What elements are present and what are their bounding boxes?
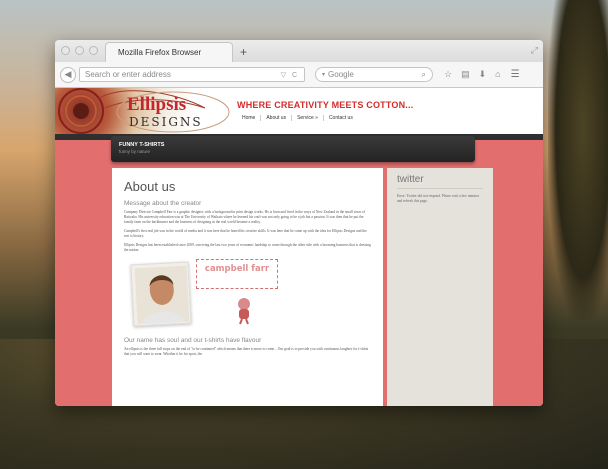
search-placeholder: Google (328, 70, 354, 79)
search-engine-icon[interactable]: ▾ (322, 71, 325, 78)
portrait-illustration (134, 265, 190, 325)
header-right: WHERE CREATIVITY MEETS COTTON... Home Ab… (233, 88, 543, 134)
fullscreen-icon[interactable]: ⤢ (531, 45, 538, 56)
address-placeholder: Search or enter address (85, 70, 171, 79)
reload-icon[interactable]: ▽ C (281, 71, 299, 79)
navigation-toolbar: ◀ Search or enter address ▽ C ▾ Google ⌕… (55, 62, 543, 88)
paragraph: Company Director Campbell Farr is a grap… (124, 210, 365, 224)
bookmark-star-icon[interactable]: ☆ (444, 69, 452, 80)
page-title: About us (124, 179, 176, 194)
web-page: Ellipsis DESIGNS WHERE CREATIVITY MEETS … (55, 88, 543, 406)
new-tab-button[interactable]: + (240, 45, 247, 62)
banner-title: FUNNY T-SHIRTS (119, 142, 165, 148)
sidebar-title: twitter (397, 174, 483, 189)
section-heading-creator: Message about the creator (124, 200, 202, 207)
creator-photo (130, 261, 192, 327)
home-icon[interactable]: ⌂ (495, 69, 500, 80)
back-arrow-icon: ◀ (64, 69, 72, 79)
search-bar[interactable]: ▾ Google ⌕ (315, 67, 433, 82)
main-content: About us Message about the creator Compa… (112, 168, 383, 406)
twitter-sidebar: twitter Error: Twitter did not respond. … (387, 168, 493, 406)
site-tagline: WHERE CREATIVITY MEETS COTTON... (237, 100, 414, 110)
back-button[interactable]: ◀ (60, 66, 76, 83)
toolbar-icons: ☆ ▤ ⬇ ⌂ (444, 69, 501, 80)
desktop-tree (548, 0, 608, 320)
paragraph: Campbell's first real job was in the wor… (124, 229, 367, 238)
name-stamp-text: campbell farr (204, 264, 270, 274)
page-banner: FUNNY T-SHIRTS funny by nature (111, 136, 475, 162)
nav-about[interactable]: About us (261, 115, 293, 121)
site-header: Ellipsis DESIGNS WHERE CREATIVITY MEETS … (55, 88, 543, 134)
site-logo[interactable]: Ellipsis DESIGNS (55, 88, 233, 134)
logo-subtext: DESIGNS (129, 115, 203, 129)
paragraph: An ellipsis is the three full stops on t… (124, 347, 369, 356)
section-heading-name: Our name has soul and our t-shirts have … (124, 337, 262, 344)
paragraph: Ellipsis Designs has been established si… (124, 243, 371, 252)
mascot-icon (238, 298, 250, 325)
close-window-button[interactable] (61, 46, 70, 55)
browser-tab[interactable]: Mozilla Firefox Browser (105, 42, 233, 62)
window-controls (61, 46, 98, 55)
address-bar[interactable]: Search or enter address ▽ C (79, 67, 305, 82)
zoom-window-button[interactable] (89, 46, 98, 55)
banner-subtitle: funny by nature (119, 149, 151, 154)
clipboard-icon[interactable]: ▤ (461, 69, 470, 80)
nav-service[interactable]: Service » (292, 115, 324, 121)
name-stamp: campbell farr (196, 259, 278, 289)
sidebar-error-text: Error: Twitter did not respond. Please w… (397, 194, 480, 203)
minimize-window-button[interactable] (75, 46, 84, 55)
site-navigation: Home About us Service » Contact us (237, 115, 543, 121)
nav-contact[interactable]: Contact us (324, 115, 358, 121)
search-icon[interactable]: ⌕ (422, 70, 426, 80)
logo-wordmark: Ellipsis (127, 94, 187, 115)
title-bar: Mozilla Firefox Browser + ⤢ (55, 40, 543, 62)
creator-image-area: campbell farr (124, 259, 371, 331)
nav-home[interactable]: Home (237, 115, 262, 121)
hamburger-menu-icon[interactable]: ☰ (511, 69, 520, 80)
browser-window: Mozilla Firefox Browser + ⤢ ◀ Search or … (55, 40, 543, 406)
download-icon[interactable]: ⬇ (479, 69, 487, 80)
